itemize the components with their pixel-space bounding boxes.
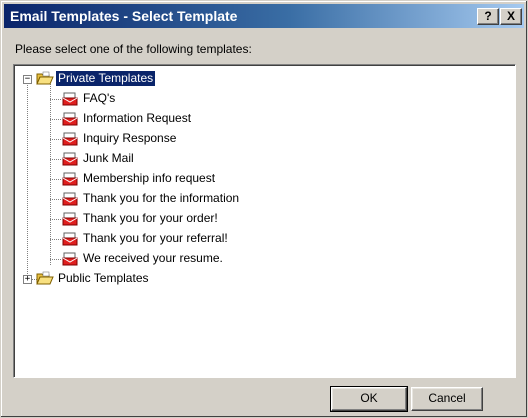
tree-connector — [50, 219, 61, 220]
tree-connector — [50, 179, 61, 180]
template-item[interactable]: We received your resume. — [50, 250, 310, 268]
template-item[interactable]: Thank you for the information — [50, 190, 310, 208]
email-templates-dialog: Email Templates - Select Template ? X Pl… — [0, 0, 528, 418]
tree-connector — [50, 199, 61, 200]
email-template-icon — [62, 252, 78, 266]
email-template-icon — [62, 172, 78, 186]
template-item-label: Thank you for the information — [83, 191, 240, 205]
ok-button[interactable]: OK — [330, 386, 408, 412]
tree-connector — [50, 159, 61, 160]
email-template-icon — [62, 192, 78, 206]
template-item[interactable]: Thank you for your referral! — [50, 230, 310, 248]
instruction-text: Please select one of the following templ… — [15, 42, 252, 56]
tree-connector — [27, 80, 28, 276]
tree-node-private-templates[interactable]: − Private Templates — [22, 70, 222, 88]
template-item-label: Membership info request — [83, 171, 216, 185]
template-item-label: Thank you for your referral! — [83, 231, 228, 245]
title-bar[interactable]: Email Templates - Select Template ? X — [4, 4, 524, 28]
tree-connector — [50, 239, 61, 240]
close-button[interactable]: X — [500, 8, 522, 25]
template-item-label: FAQ's — [83, 91, 116, 105]
email-template-icon — [62, 132, 78, 146]
template-item-label: We received your resume. — [83, 251, 223, 265]
email-template-icon — [62, 92, 78, 106]
template-item-label: Junk Mail — [83, 151, 134, 165]
window-title: Email Templates - Select Template — [10, 8, 238, 24]
template-item[interactable]: Membership info request — [50, 170, 310, 188]
tree-connector — [50, 259, 61, 260]
template-item[interactable]: FAQ's — [50, 90, 310, 108]
tree-connector — [50, 99, 61, 100]
template-item-label: Information Request — [83, 111, 192, 125]
template-item-label: Thank you for your order! — [83, 211, 218, 225]
open-folder-icon — [36, 71, 54, 85]
email-template-icon — [62, 152, 78, 166]
tree-connector — [50, 139, 61, 140]
tree-connector — [50, 119, 61, 120]
expand-icon[interactable]: + — [23, 275, 32, 284]
tree-node-label: Private Templates — [54, 70, 157, 87]
help-button[interactable]: ? — [477, 8, 499, 25]
open-folder-icon — [36, 271, 54, 285]
template-item[interactable]: Inquiry Response — [50, 130, 310, 148]
tree-node-public-templates[interactable]: + Public Templates — [22, 270, 222, 288]
email-template-icon — [62, 232, 78, 246]
template-item[interactable]: Thank you for your order! — [50, 210, 310, 228]
template-item[interactable]: Information Request — [50, 110, 310, 128]
template-tree[interactable]: − Private Templates FAQ's Information Req… — [13, 64, 516, 378]
template-item-label: Inquiry Response — [83, 131, 177, 145]
tree-node-label: Public Templates — [58, 271, 149, 285]
collapse-icon[interactable]: − — [23, 75, 32, 84]
template-item[interactable]: Junk Mail — [50, 150, 310, 168]
email-template-icon — [62, 212, 78, 226]
email-template-icon — [62, 112, 78, 126]
cancel-button[interactable]: Cancel — [411, 387, 483, 411]
